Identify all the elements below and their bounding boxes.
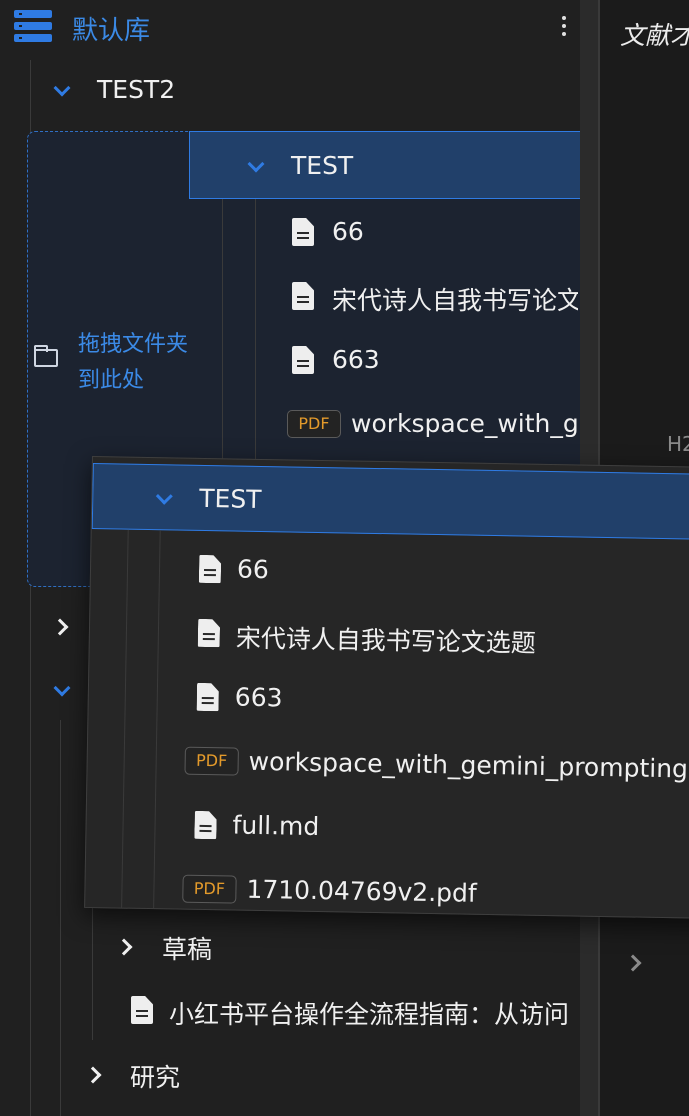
drag-preview: TEST 66 宋代诗人自我书写论文选题 663 PDF workspace_w… <box>84 456 689 920</box>
drag-preview-item: workspace_with_gemini_prompting <box>248 746 689 784</box>
tree-item[interactable]: 663 <box>332 345 380 374</box>
drag-preview-item: 66 <box>236 554 270 585</box>
tree-node-research[interactable]: 研究 <box>130 1058 180 1094</box>
tree-guide-line <box>92 900 93 1040</box>
tree-guide-line <box>60 720 61 1116</box>
drop-zone-hint: 拖拽文件夹到此处 <box>78 332 189 393</box>
library-title[interactable]: 默认库 <box>72 10 150 47</box>
library-icon[interactable] <box>14 10 52 42</box>
chevron-right-icon[interactable] <box>624 954 642 972</box>
heading-fragment: H2 <box>667 432 689 456</box>
chevron-down-icon[interactable] <box>53 79 71 97</box>
tree-item[interactable]: 小红书平台操作全流程指南：从访问 <box>169 995 599 1031</box>
chevron-right-icon[interactable] <box>115 938 133 956</box>
tree-node-drafts[interactable]: 草稿 <box>162 930 212 966</box>
chevron-right-icon[interactable] <box>84 1066 102 1084</box>
tree-item[interactable]: 宋代诗人自我书写论文 <box>332 281 578 317</box>
pdf-icon: PDF <box>287 410 341 438</box>
document-icon <box>197 683 219 711</box>
tree-node-test[interactable]: TEST <box>291 151 353 180</box>
tree-guide-line <box>222 199 223 459</box>
drag-preview-title: TEST <box>199 483 262 514</box>
tree-guide-line <box>255 199 256 459</box>
tree-guide-line <box>153 530 161 911</box>
drag-preview-header <box>91 463 689 541</box>
chevron-right-icon[interactable] <box>51 618 69 636</box>
drag-preview-item: 1710.04769v2.pdf <box>246 874 477 908</box>
document-icon <box>194 811 216 839</box>
pdf-icon: PDF <box>184 746 239 776</box>
document-icon <box>199 555 221 583</box>
pane-title: 文献才 <box>620 21 689 50</box>
tree-guide-line <box>121 529 129 910</box>
chevron-down-icon[interactable] <box>53 679 71 697</box>
drag-preview-item: 663 <box>234 682 283 713</box>
drag-preview-item: full.md <box>232 810 320 842</box>
more-vert-icon[interactable] <box>562 16 568 40</box>
tree-item[interactable]: 66 <box>332 217 364 246</box>
document-icon <box>198 619 220 647</box>
pdf-icon: PDF <box>182 874 237 904</box>
folder-icon <box>34 345 58 367</box>
document-icon <box>131 996 153 1024</box>
drag-preview-item: 宋代诗人自我书写论文选题 <box>235 623 537 658</box>
tree-node-test2[interactable]: TEST2 <box>97 75 175 104</box>
tree-item[interactable]: workspace_with_ger <box>351 409 598 438</box>
